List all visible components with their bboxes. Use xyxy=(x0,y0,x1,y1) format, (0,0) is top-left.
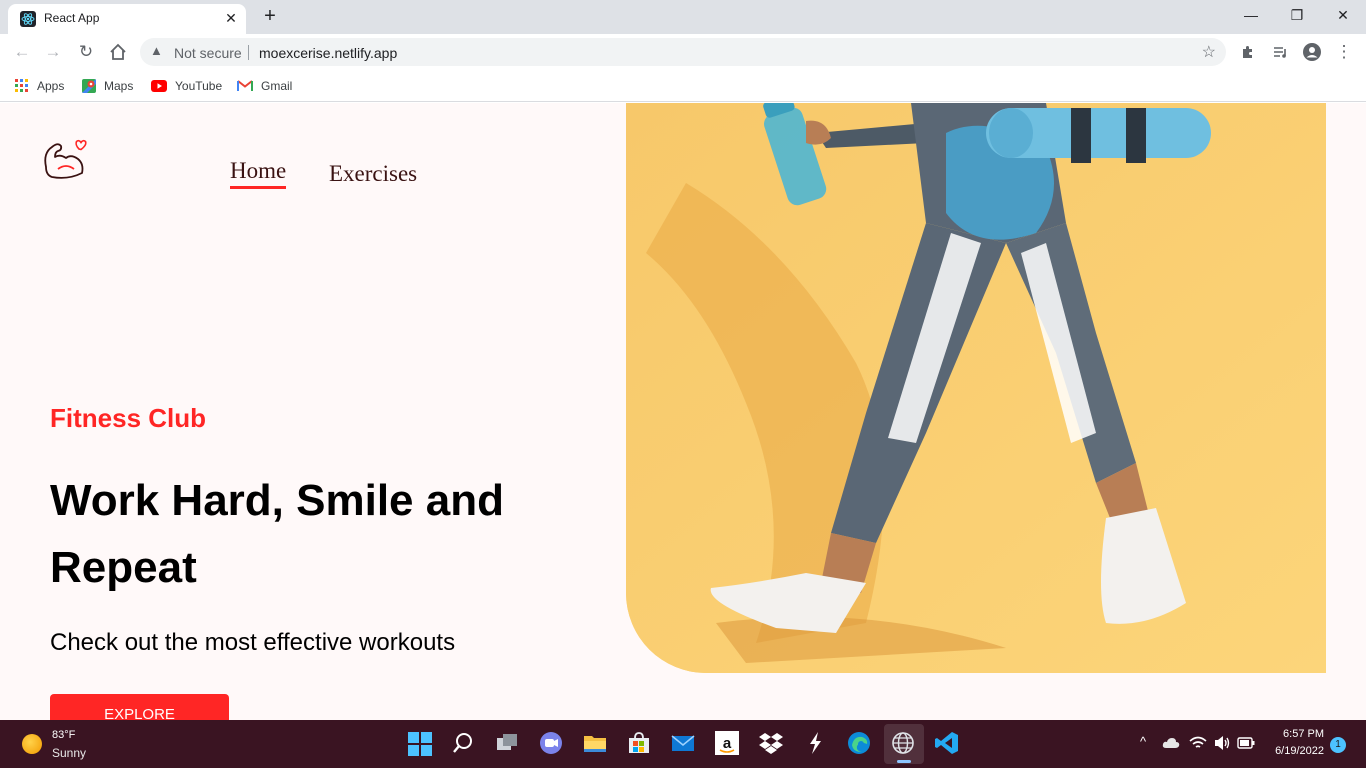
new-tab-button[interactable]: + xyxy=(258,5,282,29)
hero-kicker: Fitness Club xyxy=(50,403,207,433)
hero-banner-image xyxy=(626,103,1326,673)
restore-button[interactable]: ❐ xyxy=(1274,0,1320,32)
omnibox-divider xyxy=(248,45,249,60)
weather-condition[interactable]: Sunny xyxy=(52,746,86,760)
youtube-icon xyxy=(151,79,167,93)
webpage: Home Exercises Fitness Club Work Hard, S… xyxy=(0,103,1366,720)
warning-triangle-icon[interactable]: ▲ xyxy=(150,43,163,58)
sun-icon[interactable] xyxy=(22,734,42,754)
logo-flexed-arm-icon[interactable] xyxy=(38,133,90,185)
browser-toolbar: ← → ↻ ▲ Not secure moexcerise.netlify.ap… xyxy=(0,34,1366,70)
bookmark-star-icon[interactable]: ☆ xyxy=(1202,42,1216,62)
explore-workouts-button[interactable]: EXPLORE WORKOUTS xyxy=(50,694,229,720)
reload-icon[interactable]: ↻ xyxy=(73,39,99,65)
bookmark-gmail[interactable]: Gmail xyxy=(237,77,292,95)
onedrive-cloud-icon[interactable] xyxy=(1162,736,1180,753)
bookmarks-bar: Apps Maps YouTube Gmail xyxy=(0,70,1366,102)
browser-tab-strip: React App ✕ + — ❐ ✕ xyxy=(0,0,1366,34)
browser-tab[interactable]: React App ✕ xyxy=(8,4,246,34)
extensions-puzzle-icon[interactable] xyxy=(1235,39,1261,65)
vscode-icon[interactable] xyxy=(934,730,962,758)
forward-arrow-icon[interactable]: → xyxy=(40,39,66,65)
windows-start-icon[interactable] xyxy=(406,730,434,758)
menu-kebab-icon[interactable]: ⋮ xyxy=(1331,39,1357,65)
bookmark-maps[interactable]: Maps xyxy=(82,77,133,95)
running-app-indicator xyxy=(897,760,911,763)
task-view-icon[interactable] xyxy=(494,730,522,758)
address-bar[interactable]: ▲ Not secure moexcerise.netlify.app ☆ xyxy=(140,38,1226,66)
bookmark-label: Apps xyxy=(37,79,65,93)
edge-browser-icon[interactable] xyxy=(846,730,874,758)
bookmark-label: Gmail xyxy=(261,79,293,93)
notification-badge[interactable]: 1 xyxy=(1330,737,1346,753)
hero-subtitle: Check out the most effective workouts xyxy=(50,629,456,656)
apps-grid-icon xyxy=(15,79,29,93)
globe-browser-icon[interactable] xyxy=(890,730,918,758)
nav-home-link[interactable]: Home xyxy=(230,158,287,189)
bookmark-apps[interactable]: Apps xyxy=(15,77,64,95)
bookmark-label: YouTube xyxy=(175,79,223,93)
react-favicon-icon xyxy=(20,11,36,27)
tray-overflow-chevron-icon[interactable]: ^ xyxy=(1140,734,1146,749)
bookmark-label: Maps xyxy=(104,79,134,93)
clock-time[interactable]: 6:57 PM xyxy=(1274,728,1324,740)
minimize-button[interactable]: — xyxy=(1228,0,1274,32)
tab-close-icon[interactable]: ✕ xyxy=(222,9,240,27)
volume-icon[interactable] xyxy=(1213,735,1231,754)
gmail-icon xyxy=(237,79,253,93)
hero-title: Work Hard, Smile and Repeat xyxy=(50,476,504,592)
home-icon[interactable] xyxy=(105,39,131,65)
chat-icon[interactable] xyxy=(538,730,566,758)
profile-avatar-icon[interactable] xyxy=(1299,39,1325,65)
amazon-icon[interactable]: a xyxy=(714,730,742,758)
app-bolt-icon[interactable] xyxy=(802,730,830,758)
security-status-label[interactable]: Not secure xyxy=(174,45,242,61)
mail-icon[interactable] xyxy=(670,730,698,758)
dropbox-icon[interactable] xyxy=(758,730,786,758)
file-explorer-icon[interactable] xyxy=(582,730,610,758)
close-window-button[interactable]: ✕ xyxy=(1320,0,1366,32)
tab-title: React App xyxy=(44,11,100,25)
back-arrow-icon[interactable]: ← xyxy=(9,39,35,65)
svg-text:a: a xyxy=(723,735,732,752)
windows-taskbar: 83°F Sunny a ^ 6:57 PM 6/19/2022 1 xyxy=(0,720,1366,768)
search-icon[interactable] xyxy=(450,730,478,758)
wifi-icon[interactable] xyxy=(1189,735,1207,754)
battery-icon[interactable] xyxy=(1237,737,1255,752)
clock-date[interactable]: 6/19/2022 xyxy=(1266,745,1324,757)
microsoft-store-icon[interactable] xyxy=(626,730,654,758)
maps-icon xyxy=(82,79,96,93)
bookmark-youtube[interactable]: YouTube xyxy=(151,77,222,95)
nav-exercises-link[interactable]: Exercises xyxy=(329,161,417,187)
media-queue-icon[interactable] xyxy=(1267,39,1293,65)
url-text[interactable]: moexcerise.netlify.app xyxy=(259,45,397,61)
weather-temperature[interactable]: 83°F xyxy=(52,729,75,741)
